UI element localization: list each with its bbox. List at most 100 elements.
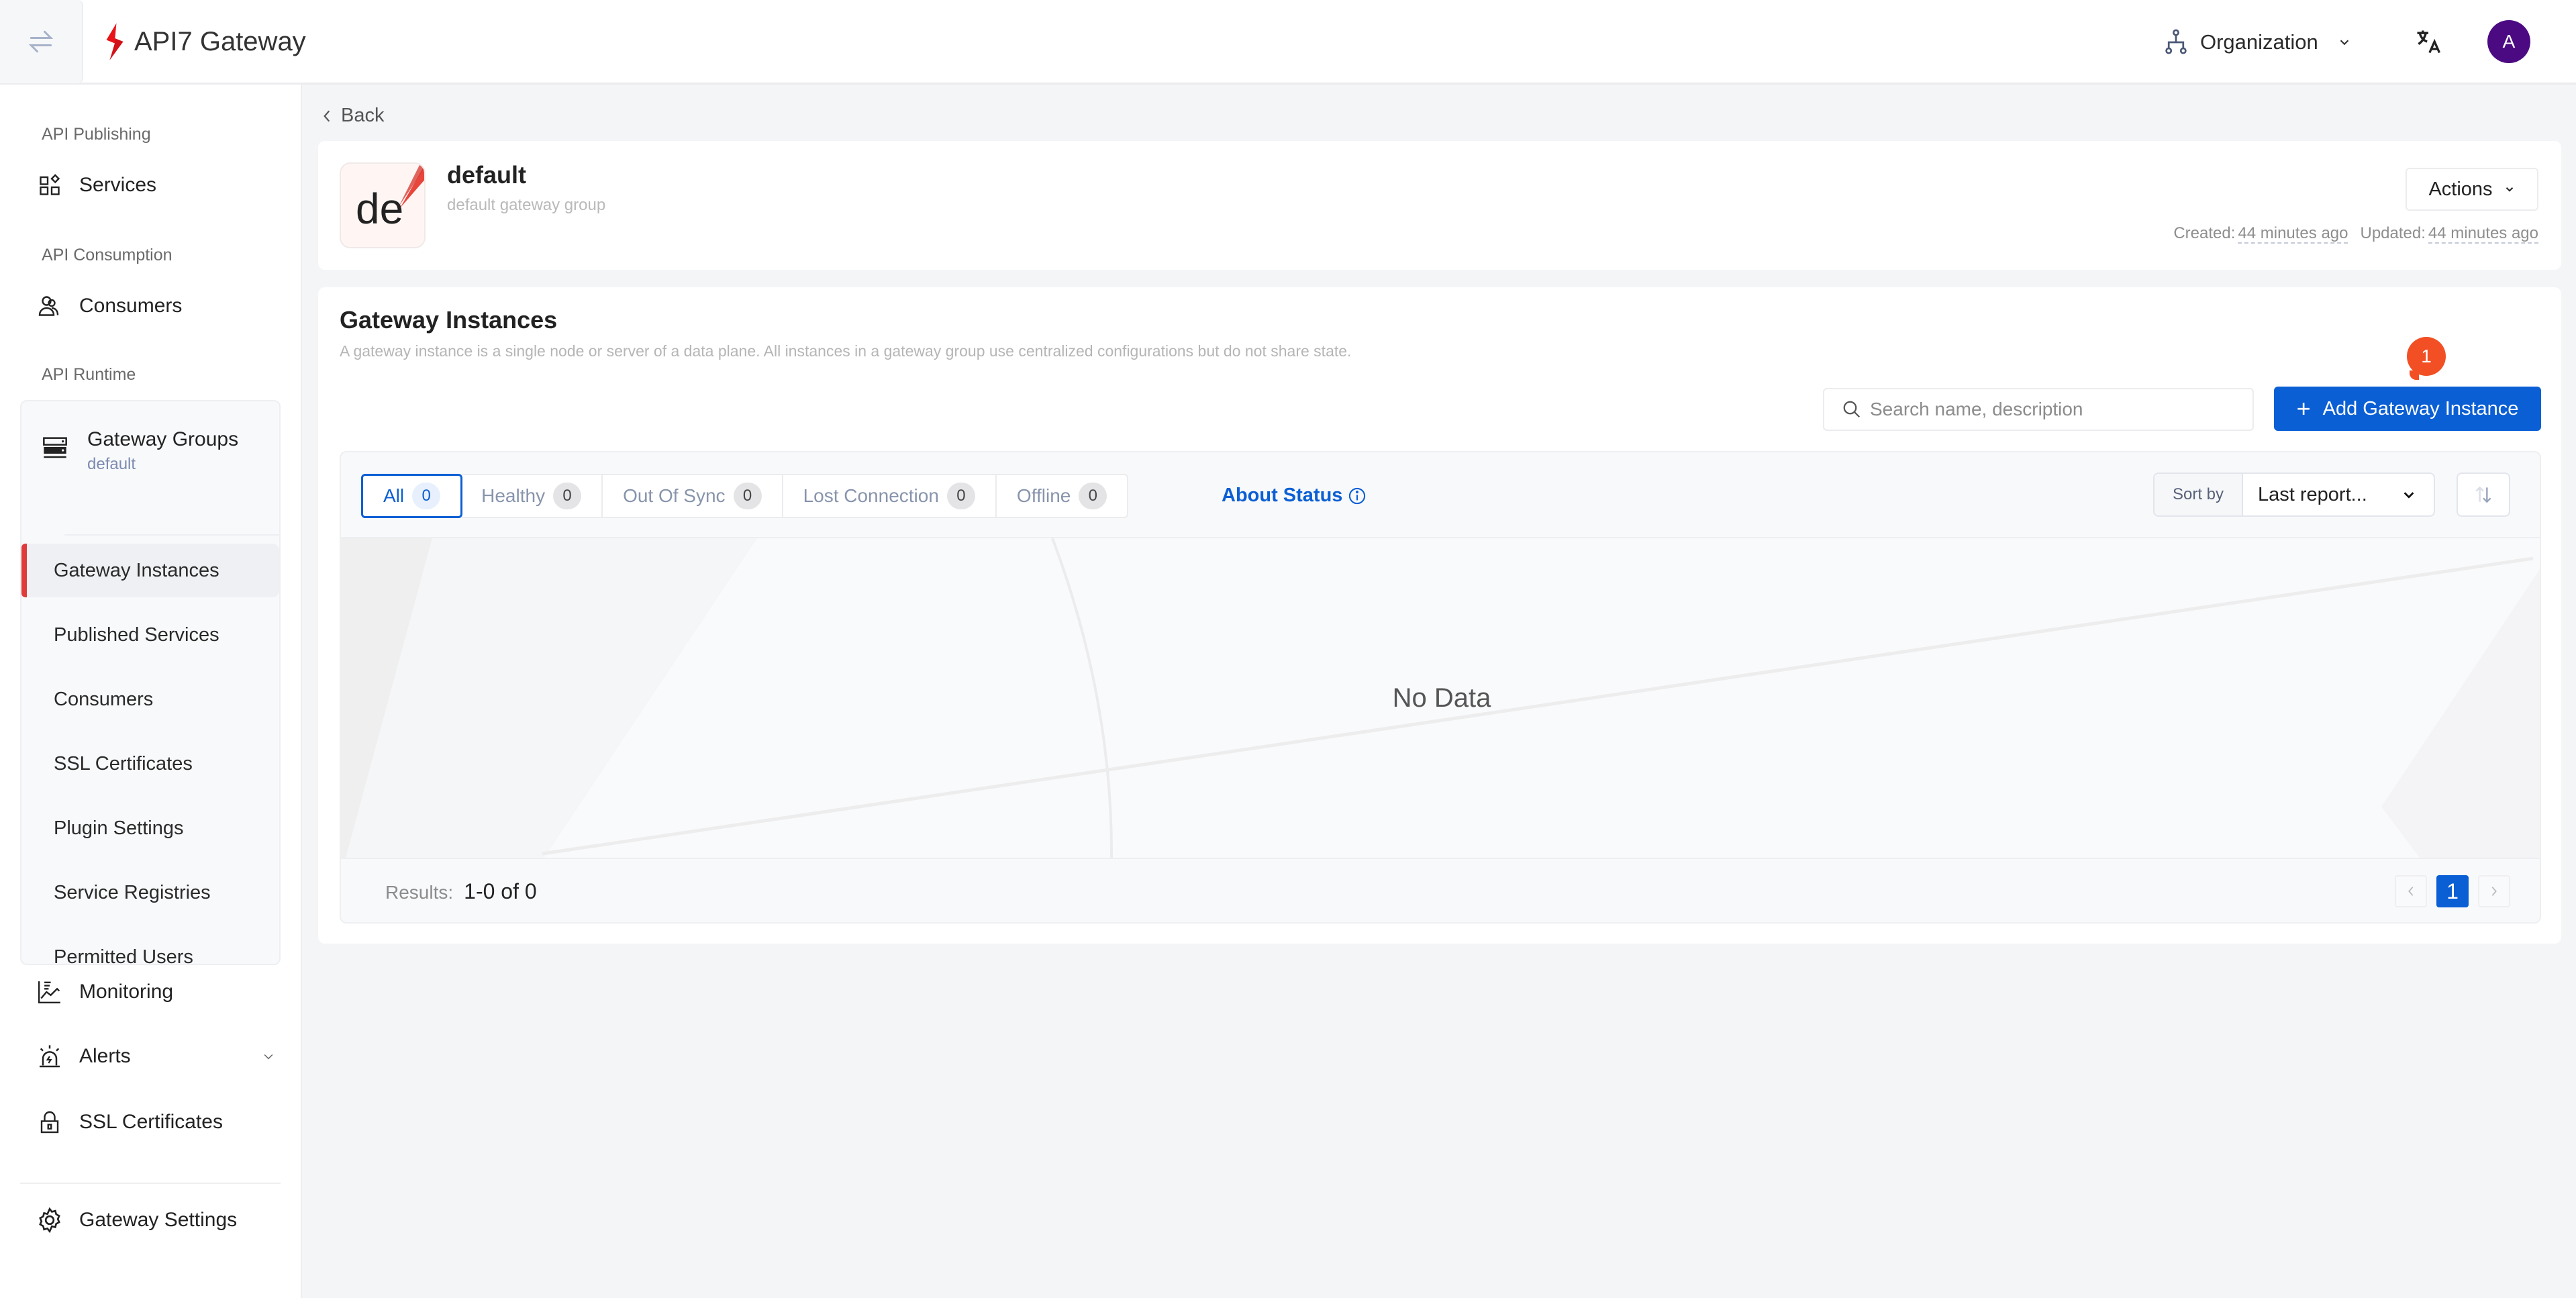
search-icon (1843, 401, 1861, 418)
sidebar-item-monitoring[interactable]: Monitoring (36, 965, 285, 1019)
section-title: Gateway Instances (340, 306, 558, 334)
add-gateway-instance-button[interactable]: + Add Gateway Instance (2274, 387, 2541, 431)
sort-by-select[interactable]: Sort by Last report... (2153, 472, 2435, 517)
sidebar-item-label: Consumers (79, 295, 183, 317)
sort-by-label: Sort by (2154, 474, 2243, 515)
filter-label: Healthy (481, 485, 546, 506)
gateway-group-name: default (447, 161, 527, 189)
gateway-group-header-card: de default default gateway group Actions… (318, 141, 2561, 270)
red-accent-icon (399, 164, 424, 208)
sidebar-toggle-button[interactable] (0, 0, 83, 83)
organization-label: Organization (2200, 30, 2318, 54)
services-grid-icon (36, 172, 63, 199)
gateway-groups-label: Gateway Groups (87, 428, 239, 450)
sidebar-item-gateway-instances[interactable]: Gateway Instances (21, 544, 279, 597)
sidebar-item-consumers[interactable]: Consumers (36, 279, 285, 333)
chevron-down-icon (2340, 40, 2349, 46)
results-summary: Results: 1-0 of 0 (385, 879, 537, 904)
previous-page-button[interactable] (2395, 875, 2427, 907)
filter-label: All (383, 485, 405, 506)
filter-tab-healthy[interactable]: Healthy 0 (461, 475, 603, 517)
gateway-group-logo: de (340, 162, 426, 248)
selected-gateway-group: default (87, 455, 136, 473)
sidebar-item-services[interactable]: Services (36, 158, 285, 212)
user-avatar[interactable]: A (2487, 20, 2530, 63)
lock-icon (36, 1109, 63, 1136)
add-button-label: Add Gateway Instance (2322, 397, 2519, 419)
sort-by-value: Last report... (2258, 483, 2367, 505)
info-icon (1349, 487, 1366, 504)
chevron-down-icon (2404, 492, 2414, 499)
app-logo[interactable]: API7 Gateway (105, 23, 306, 60)
filter-tab-offline[interactable]: Offline 0 (997, 475, 1127, 517)
sidebar-item-label: Services (79, 174, 157, 196)
language-switch-button[interactable] (2414, 27, 2443, 56)
instances-table: All 0 Healthy 0 Out Of Sync 0 Lost Connecti… (340, 451, 2541, 923)
sidebar-item-ssl-certificates[interactable]: SSL Certificates (36, 1095, 285, 1149)
gateway-group-panel: Gateway Groups default Gateway Instances… (20, 400, 281, 968)
next-page-button[interactable] (2478, 875, 2510, 907)
pagination: 1 (2395, 875, 2510, 907)
users-icon (36, 293, 63, 319)
divider (64, 534, 279, 536)
organization-dropdown[interactable]: Organization (2164, 26, 2352, 59)
gear-icon (36, 1207, 63, 1234)
section-label-api-runtime: API Runtime (42, 365, 136, 384)
organization-tree-icon (2165, 29, 2187, 54)
sidebar-item-alerts[interactable]: Alerts (36, 1030, 275, 1083)
results-label: Results: (385, 882, 454, 903)
onboarding-step-badge: 1 (2407, 337, 2446, 380)
filter-tab-lost-connection[interactable]: Lost Connection 0 (783, 475, 997, 517)
sidebar-item-group-ssl-certificates[interactable]: SSL Certificates (21, 737, 279, 791)
sidebar-item-label: SSL Certificates (79, 1111, 223, 1133)
sidebar-item-label: Monitoring (79, 981, 174, 1003)
sidebar-item-label: Alerts (79, 1045, 131, 1067)
sidebar-item-label: Gateway Settings (79, 1209, 238, 1231)
api7-bolt-icon (106, 23, 123, 60)
created-label: Created: (2173, 224, 2236, 242)
chevron-down-icon (264, 1054, 273, 1060)
filter-count: 0 (1079, 483, 1107, 509)
about-status-link[interactable]: About Status (1222, 485, 1367, 507)
sidebar-item-published-services[interactable]: Published Services (21, 608, 279, 662)
page-number-button[interactable]: 1 (2436, 875, 2469, 907)
sidebar-item-plugin-settings[interactable]: Plugin Settings (21, 801, 279, 855)
updated-value[interactable]: 44 minutes ago (2428, 224, 2538, 244)
sidebar-item-group-consumers[interactable]: Consumers (21, 672, 279, 726)
app-name: API7 Gateway (134, 26, 306, 56)
gateway-groups-selector[interactable]: Gateway Groups default (42, 428, 238, 474)
sidebar-item-service-registries[interactable]: Service Registries (21, 866, 279, 919)
sort-arrows-icon (2475, 486, 2491, 503)
search-field[interactable] (1823, 388, 2254, 431)
created-value[interactable]: 44 minutes ago (2238, 224, 2348, 244)
no-data-text: No Data (1392, 683, 1491, 713)
filter-count: 0 (553, 483, 582, 509)
actions-dropdown-button[interactable]: Actions (2406, 168, 2538, 211)
status-filter-tabs: All 0 Healthy 0 Out Of Sync 0 Lost Connecti… (361, 474, 1129, 518)
back-label: Back (341, 105, 385, 126)
section-label-api-publishing: API Publishing (42, 125, 151, 144)
top-bar: API7 Gateway Organization A (0, 0, 2576, 85)
gateway-group-description: default gateway group (447, 196, 606, 214)
gateway-instances-card: Gateway Instances A gateway instance is … (318, 287, 2561, 944)
filter-tab-out-of-sync[interactable]: Out Of Sync 0 (603, 475, 783, 517)
filter-label: Offline (1016, 485, 1071, 506)
sidebar-item-gateway-settings[interactable]: Gateway Settings (36, 1193, 285, 1247)
filter-count: 0 (733, 483, 762, 509)
filter-count: 0 (946, 483, 975, 509)
filter-label: Lost Connection (803, 485, 939, 506)
chevron-left-icon (2408, 887, 2414, 896)
sort-direction-button[interactable] (2457, 472, 2510, 517)
filter-tab-all[interactable]: All 0 (361, 474, 463, 518)
filter-count: 0 (412, 483, 441, 509)
server-stack-icon (42, 434, 68, 464)
search-input[interactable] (1870, 399, 2232, 420)
about-status-label: About Status (1222, 485, 1343, 506)
section-description: A gateway instance is a single node or s… (340, 342, 1352, 360)
updated-label: Updated: (2360, 224, 2426, 242)
chevron-down-icon (2506, 187, 2513, 192)
translate-icon (2417, 30, 2441, 54)
swap-arrows-icon (28, 30, 54, 53)
plus-icon: + (2296, 395, 2311, 422)
back-link[interactable]: Back (321, 105, 384, 127)
